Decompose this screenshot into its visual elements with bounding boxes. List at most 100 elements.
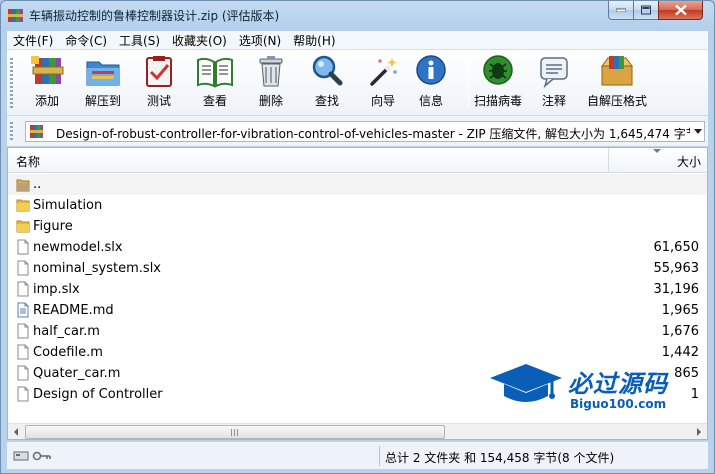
address-text: Design-of-robust-controller-for-vibratio…	[56, 127, 690, 141]
column-divider[interactable]	[608, 148, 609, 173]
info-button[interactable]: 信息	[403, 54, 459, 112]
list-item-file[interactable]: imp.slx 31,196	[8, 279, 707, 300]
status-divider	[379, 446, 380, 466]
comment-label: 注释	[541, 94, 566, 108]
horizontal-scrollbar[interactable]	[8, 423, 707, 439]
menu-file[interactable]: 文件(F)	[7, 32, 59, 49]
menu-favorites[interactable]: 收藏夹(O)	[166, 32, 233, 49]
drive-key-icon[interactable]	[13, 450, 53, 462]
list-item-folder[interactable]: Figure	[8, 216, 707, 237]
address-box[interactable]: Design-of-robust-controller-for-vibratio…	[25, 121, 705, 142]
file-name: half_car.m	[33, 324, 100, 339]
list-item-file[interactable]: nominal_system.slx 55,963	[8, 258, 707, 279]
document-icon	[17, 302, 29, 318]
sfx-label: 自解压格式	[587, 94, 648, 108]
file-name: imp.slx	[33, 282, 80, 297]
file-icon	[17, 323, 29, 339]
status-text: 总计 2 文件夹 和 154,458 字节(8 个文件)	[385, 451, 615, 465]
watermark-main-text: 必过源码	[568, 370, 668, 398]
file-size: 1,442	[661, 345, 699, 360]
window-title: 车辆振动控制的鲁棒控制器设计.zip (评估版本)	[29, 9, 280, 23]
arrow-left-icon	[14, 428, 18, 436]
file-size: 31,196	[653, 282, 700, 297]
file-icon	[17, 365, 29, 381]
list-item-folder[interactable]: Simulation	[8, 195, 707, 216]
find-label: 查找	[314, 94, 339, 108]
file-size: 61,650	[653, 240, 700, 255]
maximize-button[interactable]	[633, 1, 659, 20]
comment-button[interactable]: 注释	[526, 54, 582, 112]
file-name: ..	[33, 177, 42, 192]
comment-icon	[540, 57, 568, 88]
file-icon	[17, 239, 29, 255]
extract-to-button[interactable]: 解压到	[75, 54, 131, 112]
winrar-app-icon[interactable]	[7, 7, 24, 24]
winrar-window: 车辆振动控制的鲁棒控制器设计.zip (评估版本) 文件(F) 命令(C) 工具…	[0, 0, 715, 474]
extract-to-icon	[86, 61, 120, 86]
archive-icon	[30, 125, 43, 138]
column-header-size[interactable]: 大小	[677, 153, 701, 170]
scroll-left-button[interactable]	[8, 424, 25, 439]
sfx-button[interactable]: 自解压格式	[587, 54, 647, 112]
scroll-thumb[interactable]	[25, 425, 445, 439]
info-icon	[416, 55, 446, 85]
wizard-icon	[370, 58, 397, 86]
file-name: Quater_car.m	[33, 366, 121, 381]
file-name: Codefile.m	[33, 345, 103, 360]
list-header: 名称 大小	[8, 148, 707, 173]
test-label: 测试	[146, 94, 171, 108]
file-size: 1,965	[661, 303, 699, 318]
close-button[interactable]	[658, 1, 703, 20]
column-header-name[interactable]: 名称	[16, 153, 40, 170]
up-folder-icon	[16, 179, 30, 192]
scroll-right-button[interactable]	[690, 424, 707, 439]
list-item-file[interactable]: half_car.m 1,676	[8, 321, 707, 342]
menu-help[interactable]: 帮助(H)	[287, 32, 341, 49]
minimize-button[interactable]	[608, 1, 634, 20]
address-bar: Design-of-robust-controller-for-vibratio…	[7, 116, 708, 147]
toolbar-grip[interactable]	[10, 58, 13, 108]
folder-icon	[16, 199, 30, 212]
test-button[interactable]: 测试	[131, 54, 187, 112]
address-dropdown-icon[interactable]	[694, 129, 702, 134]
test-icon	[146, 56, 172, 87]
toolbar-separator	[468, 56, 469, 108]
file-icon	[17, 344, 29, 360]
view-label: 查看	[202, 94, 227, 108]
file-icon	[17, 386, 29, 402]
find-icon	[312, 55, 343, 86]
folder-icon	[16, 220, 30, 233]
sfx-icon	[601, 56, 633, 86]
arrow-right-icon	[697, 428, 701, 436]
file-name: newmodel.slx	[33, 240, 123, 255]
menu-bar: 文件(F) 命令(C) 工具(S) 收藏夹(O) 选项(N) 帮助(H)	[7, 31, 708, 50]
add-archive-icon	[31, 56, 64, 84]
menu-tools[interactable]: 工具(S)	[113, 32, 166, 49]
delete-button[interactable]: 删除	[243, 54, 299, 112]
toolbar: 添加 解压到 测试 查看 删除 查找 向导 信息 扫描病毒 注释 自解压格式	[7, 50, 708, 116]
file-name: README.md	[33, 303, 114, 318]
extract-to-label: 解压到	[84, 94, 121, 108]
title-bar[interactable]: 车辆振动控制的鲁棒控制器设计.zip (评估版本)	[1, 1, 714, 31]
virus-scan-button[interactable]: 扫描病毒	[470, 54, 526, 112]
sort-arrow-icon	[653, 149, 661, 153]
address-grip[interactable]	[10, 122, 13, 142]
status-bar: 总计 2 文件夹 和 154,458 字节(8 个文件)	[7, 441, 708, 469]
file-name: Figure	[33, 219, 73, 234]
menu-commands[interactable]: 命令(C)	[59, 32, 113, 49]
menu-options[interactable]: 选项(N)	[233, 32, 287, 49]
watermark: 必过源码 Biguo100.com	[488, 360, 688, 416]
delete-label: 删除	[258, 94, 283, 108]
list-item-file[interactable]: README.md 1,965	[8, 300, 707, 321]
view-button[interactable]: 查看	[187, 54, 243, 112]
file-name: Design of Controller	[33, 387, 163, 402]
file-icon	[17, 281, 29, 297]
list-item-up[interactable]: ..	[8, 174, 707, 195]
view-icon	[197, 57, 233, 88]
file-list: 名称 大小 .. Simulation Figure newmodel.slx …	[7, 147, 708, 440]
virus-scan-icon	[483, 55, 513, 85]
find-button[interactable]: 查找	[299, 54, 355, 112]
add-button[interactable]: 添加	[19, 54, 75, 112]
list-item-file[interactable]: newmodel.slx 61,650	[8, 237, 707, 258]
info-label: 信息	[418, 94, 443, 108]
